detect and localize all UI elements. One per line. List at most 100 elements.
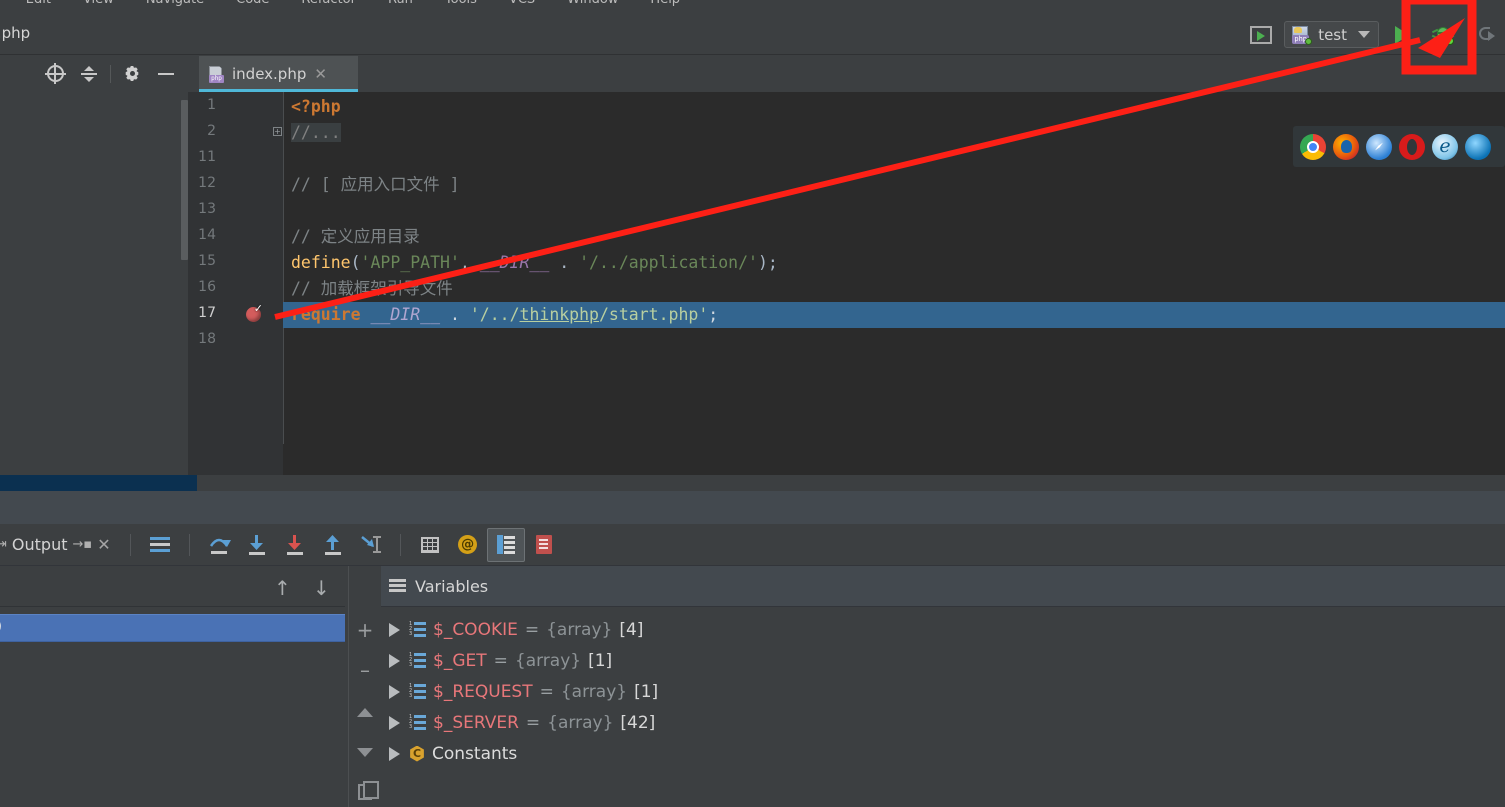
expand-arrow-icon[interactable] xyxy=(389,653,400,668)
step-into-icon xyxy=(248,535,265,555)
debug-bug-icon xyxy=(1431,25,1455,45)
constants-icon xyxy=(410,745,424,762)
variable-equals: = xyxy=(493,650,508,671)
copy-icon[interactable] xyxy=(349,776,381,807)
expand-arrow-icon[interactable] xyxy=(389,715,400,730)
safari-icon[interactable] xyxy=(1366,133,1392,160)
code-token: , xyxy=(459,253,480,272)
code-token: <?php xyxy=(291,97,341,116)
edge-icon[interactable] xyxy=(1465,133,1491,160)
project-scrollbar[interactable] xyxy=(181,100,188,260)
menu-item-edit[interactable]: Edit xyxy=(24,0,53,7)
tab-output[interactable]: ⇥ Output →▪ ✕ xyxy=(0,535,120,554)
watch-side-toolbar: + – xyxy=(348,566,380,807)
show-console-button[interactable] xyxy=(141,528,179,562)
run-configuration-selector[interactable]: php test xyxy=(1284,21,1379,48)
code-fold-marker[interactable]: + xyxy=(273,127,282,136)
menu-item-window[interactable]: Window xyxy=(565,0,620,7)
code-line[interactable]: require __DIR__ . '/../thinkphp/start.ph… xyxy=(291,302,718,328)
menu-item-refactor[interactable]: Refactor xyxy=(299,0,358,7)
variable-row[interactable]: 1 2 3 $_COOKIE = {array} [4] xyxy=(381,614,643,645)
menu-item-vcs[interactable]: VCS xyxy=(507,0,537,7)
menu-item-help[interactable]: Help xyxy=(648,0,682,7)
force-step-into-icon xyxy=(286,535,303,555)
editor-tab-index-php[interactable]: php index.php ✕ xyxy=(199,56,358,92)
move-up-icon[interactable] xyxy=(349,696,381,728)
select-opened-file-button[interactable] xyxy=(38,62,72,86)
add-icon[interactable]: + xyxy=(349,614,381,646)
array-icon: 123 xyxy=(409,622,426,637)
settings-button[interactable] xyxy=(115,62,149,86)
editor-gutter[interactable]: 12+1112131415161718 xyxy=(188,92,283,475)
step-over-button[interactable] xyxy=(200,528,238,562)
sort-descending-icon[interactable]: ↓ xyxy=(313,576,330,600)
step-into-button[interactable] xyxy=(238,528,276,562)
chevron-down-icon xyxy=(1358,31,1370,38)
variable-row[interactable]: 1 2 3 $_GET = {array} [1] xyxy=(381,645,612,676)
close-icon[interactable]: ✕ xyxy=(97,535,110,554)
code-line[interactable]: //... xyxy=(291,120,341,146)
evaluate-expression-button[interactable] xyxy=(411,528,449,562)
run-to-cursor-icon xyxy=(360,536,381,553)
code-token: '/../ xyxy=(469,305,520,324)
toolbar-right-group: php test xyxy=(1246,14,1505,55)
hide-panel-button[interactable] xyxy=(149,62,183,86)
move-down-icon[interactable] xyxy=(349,736,381,768)
code-line[interactable]: // 加载框架引导文件 xyxy=(291,276,453,302)
code-line[interactable]: // 定义应用目录 xyxy=(291,224,420,250)
firefox-icon[interactable] xyxy=(1333,133,1359,160)
php-run-config-icon: php xyxy=(1291,25,1313,45)
internet-explorer-icon[interactable] xyxy=(1432,133,1458,160)
gutter-line-number: 1 xyxy=(207,97,216,113)
code-line[interactable]: // [ 应用入口文件 ] xyxy=(291,172,460,198)
run-to-cursor-button[interactable] xyxy=(352,528,390,562)
collapse-all-button[interactable] xyxy=(72,62,106,86)
menu-item-navigate[interactable]: Navigate xyxy=(144,0,206,7)
chrome-icon[interactable] xyxy=(1300,133,1326,160)
expand-arrow-icon[interactable] xyxy=(389,684,400,699)
code-token: '/../application/' xyxy=(579,253,758,272)
remove-icon[interactable]: – xyxy=(349,654,381,686)
variable-type: {array} xyxy=(560,681,628,702)
variable-row[interactable]: Constants xyxy=(381,738,517,769)
frame-row-selected[interactable]: () xyxy=(0,614,345,642)
breakpoint-verified-icon[interactable] xyxy=(246,302,263,322)
watches-button[interactable]: @ xyxy=(449,528,487,562)
expand-arrow-icon[interactable] xyxy=(389,622,400,637)
sort-ascending-icon[interactable]: ↑ xyxy=(274,576,291,600)
variable-row[interactable]: 1 2 3 $_SERVER = {array} [42] xyxy=(381,707,655,738)
collapse-all-icon xyxy=(80,65,98,83)
toolbar-divider-3 xyxy=(399,533,401,556)
run-button[interactable] xyxy=(1387,20,1417,50)
variables-pane: Variables 1 2 3 $_COOKIE = {array} [4] 1 2 3 $_GET… xyxy=(381,566,1505,807)
step-out-button[interactable] xyxy=(314,528,352,562)
gutter-line-number: 13 xyxy=(198,201,216,217)
browser-launch-bar[interactable] xyxy=(1293,126,1505,167)
step-over-button[interactable] xyxy=(1469,20,1505,50)
close-icon[interactable]: ✕ xyxy=(314,65,327,83)
pin-tab-icon-2[interactable]: →▪ xyxy=(72,537,92,552)
variable-row[interactable]: 1 2 3 $_REQUEST = {array} [1] xyxy=(381,676,658,707)
debug-button[interactable] xyxy=(1417,20,1469,50)
code-line[interactable]: <?php xyxy=(291,94,341,120)
code-line[interactable]: define('APP_PATH', __DIR__ . '/../applic… xyxy=(291,250,778,276)
force-step-into-button[interactable] xyxy=(276,528,314,562)
copy-stack-icon xyxy=(535,535,552,554)
minimize-icon xyxy=(158,72,174,75)
console-toggle-button[interactable] xyxy=(486,527,525,562)
menu-item-code[interactable]: Code xyxy=(234,0,271,7)
pin-tab-icon[interactable]: ⇥ xyxy=(0,537,7,552)
menu-item-view[interactable]: View xyxy=(81,0,116,7)
code-token: __DIR__ xyxy=(479,253,550,272)
expand-arrow-icon[interactable] xyxy=(389,746,400,761)
variables-menu-icon[interactable] xyxy=(389,579,406,593)
php-file-icon: php xyxy=(208,65,225,83)
run-window-button[interactable] xyxy=(1246,20,1276,50)
variable-equals: = xyxy=(525,712,541,733)
copy-stack-button[interactable] xyxy=(525,528,563,562)
variable-name: $_REQUEST xyxy=(433,681,533,702)
gutter-line-number: 14 xyxy=(198,227,216,243)
opera-icon[interactable] xyxy=(1399,133,1425,160)
menu-item-tools[interactable]: Tools xyxy=(443,0,479,7)
menu-item-run[interactable]: Run xyxy=(386,0,415,7)
